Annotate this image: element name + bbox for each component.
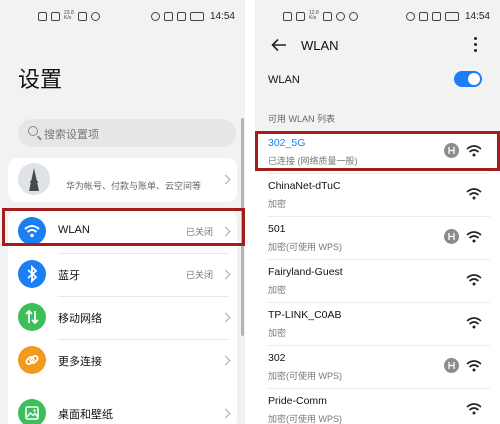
- network-status: 加密(可使用 WPS): [268, 414, 342, 424]
- network-item[interactable]: TP-LINK_C0AB 加密: [255, 303, 500, 346]
- settings-screen: 23.8 K/s 14:54 设置 搜索设置项 华为帐号、付款与账单、云空间等: [0, 0, 245, 424]
- wlan-toggle[interactable]: [454, 71, 482, 87]
- status-bar: 23.8 K/s 14:54: [0, 8, 245, 26]
- battery-icon: [189, 12, 204, 21]
- network-status: 加密: [268, 328, 287, 338]
- chevron-right-icon: [220, 355, 231, 366]
- account-subtitle: 华为帐号、付款与账单、云空间等: [66, 181, 202, 191]
- chevron-right-icon: [220, 174, 231, 185]
- chevron-right-icon: [220, 408, 231, 419]
- wlan-screen: 12.8 K/s 14:54 WLAN WLAN 可用 WLAN 列表 302_…: [255, 0, 500, 424]
- section-header: 可用 WLAN 列表: [268, 114, 336, 124]
- nfc-icon: [418, 12, 428, 21]
- alarm-icon: [150, 12, 160, 21]
- wifi-signal-icon: [466, 402, 482, 416]
- bluetooth-icon: [18, 260, 46, 288]
- menu-item-bluetooth[interactable]: 蓝牙 已关闭: [8, 253, 237, 296]
- network-item[interactable]: ChinaNet-dTuC 加密: [255, 174, 500, 217]
- signal-icon: [296, 11, 305, 21]
- battery-icon: [444, 12, 459, 21]
- page-title: 设置: [18, 67, 63, 92]
- page-title: WLAN: [301, 38, 339, 53]
- network-name: ChinaNet-dTuC: [268, 180, 341, 192]
- network-name: 501: [268, 223, 286, 235]
- account-card[interactable]: 华为帐号、付款与账单、云空间等: [8, 158, 237, 202]
- network-name: 302: [268, 352, 286, 364]
- menu-label: 移动网络: [58, 313, 102, 325]
- network-item[interactable]: 302 加密(可使用 WPS): [255, 346, 500, 389]
- connected-network-highlight-box: [255, 131, 500, 171]
- wifi-signal-icon: [466, 187, 482, 201]
- avatar: [18, 163, 50, 195]
- search-icon: [28, 126, 38, 136]
- back-arrow-icon[interactable]: [271, 38, 287, 52]
- menu-label: 蓝牙: [58, 270, 80, 282]
- search-placeholder: 搜索设置项: [44, 129, 99, 141]
- status-bar: 12.8 K/s 14:54: [255, 8, 500, 26]
- wallpaper-icon: [18, 399, 46, 424]
- mobile-network-icon: [18, 303, 46, 331]
- vibrate-icon: [431, 12, 441, 21]
- network-speed-unit: K/s: [64, 15, 72, 21]
- more-options-icon[interactable]: [474, 37, 478, 55]
- network-item[interactable]: 501 加密(可使用 WPS): [255, 217, 500, 260]
- wps-icon: [444, 358, 459, 373]
- wifi-signal-icon: [466, 273, 482, 287]
- link-icon: [18, 346, 46, 374]
- alarm-icon: [405, 12, 415, 21]
- toggle-knob: [468, 73, 480, 85]
- wifi-signal-icon: [466, 316, 482, 330]
- wifi-status-icon: [335, 11, 345, 21]
- wlan-toggle-row: WLAN: [255, 66, 500, 96]
- network-status: 加密: [268, 199, 287, 209]
- wifi-signal-icon: [466, 230, 482, 244]
- wps-icon: [444, 229, 459, 244]
- network-name: TP-LINK_C0AB: [268, 309, 342, 321]
- menu-value: 已关闭: [185, 270, 213, 280]
- network-speed-unit: K/s: [309, 15, 317, 21]
- wlan-toggle-label: WLAN: [268, 74, 300, 86]
- network-item[interactable]: Fairyland-Guest 加密: [255, 260, 500, 303]
- network-status: 加密: [268, 285, 287, 295]
- menu-item-mobile-network[interactable]: 移动网络: [8, 296, 237, 339]
- menu-label: 更多连接: [58, 356, 102, 368]
- network-list: 302_5G 已连接 (网络质量一般) ChinaNet-dTuC 加密 501 加密(可…: [255, 131, 500, 424]
- nfc-icon: [163, 12, 173, 21]
- signal-icon: [51, 11, 60, 21]
- chevron-right-icon: [220, 312, 231, 323]
- network-name: Fairyland-Guest: [268, 266, 343, 278]
- chevron-right-icon: [220, 269, 231, 280]
- network-item[interactable]: Pride-Comm 加密(可使用 WPS): [255, 389, 500, 424]
- network-status: 加密(可使用 WPS): [268, 242, 342, 252]
- wlan-highlight-box: [2, 208, 245, 246]
- wifi-signal-icon: [466, 359, 482, 373]
- signal-icon: [38, 11, 47, 21]
- vibrate-icon: [176, 12, 186, 21]
- panel-divider: [245, 0, 255, 424]
- menu-label: 桌面和壁纸: [58, 409, 113, 421]
- search-input[interactable]: 搜索设置项: [18, 119, 236, 147]
- app-icon: [90, 11, 100, 21]
- notification-icon: [77, 11, 87, 21]
- clock: 14:54: [209, 11, 235, 22]
- notification-icon: [322, 11, 332, 21]
- app-icon: [348, 11, 358, 21]
- network-name: Pride-Comm: [268, 395, 327, 407]
- menu-item-wallpaper[interactable]: 桌面和壁纸: [8, 392, 237, 424]
- signal-icon: [283, 11, 292, 21]
- network-status: 加密(可使用 WPS): [268, 371, 342, 381]
- menu-item-more-connections[interactable]: 更多连接: [8, 339, 237, 382]
- clock: 14:54: [464, 11, 490, 22]
